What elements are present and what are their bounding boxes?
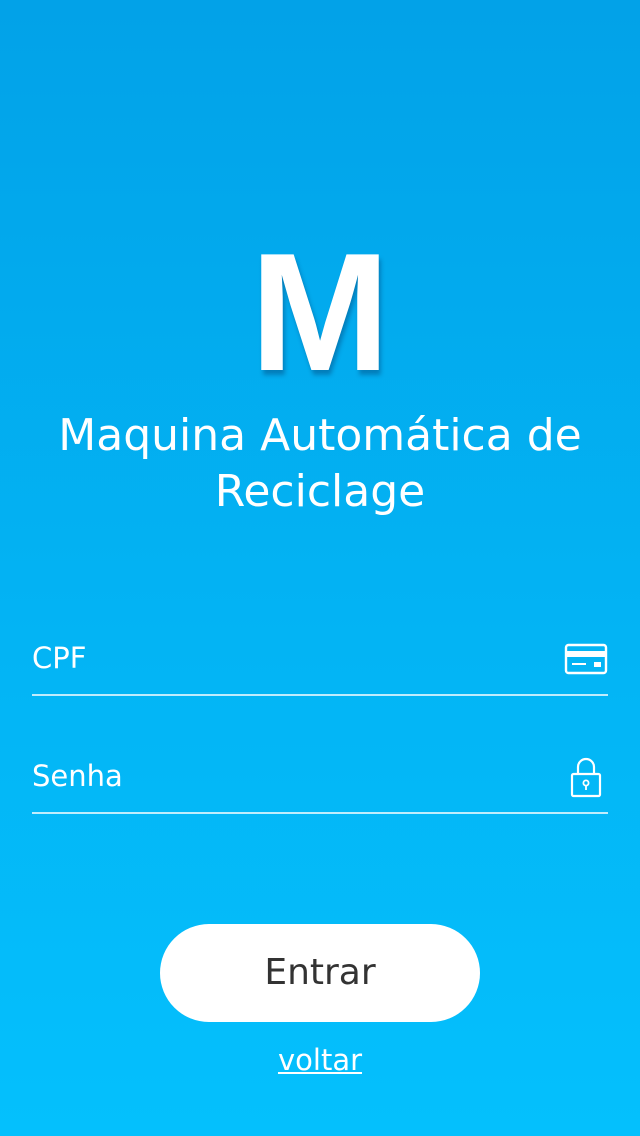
login-screen: M Maquina Automática de Reciclage Entr [0,0,640,1136]
entrar-button[interactable]: Entrar [160,924,480,1022]
padlock-icon [564,754,608,798]
cpf-input[interactable] [32,630,552,686]
cpf-field [32,630,608,696]
credit-card-icon [564,636,608,680]
app-title: Maquina Automática de Reciclage [40,408,600,520]
app-title-line-2: Reciclage [214,466,426,517]
senha-field [32,748,608,814]
voltar-link[interactable]: voltar [220,1040,420,1080]
senha-input[interactable] [32,748,552,804]
app-logo: M [250,218,390,406]
app-title-line-1: Maquina Automática de [58,410,582,461]
